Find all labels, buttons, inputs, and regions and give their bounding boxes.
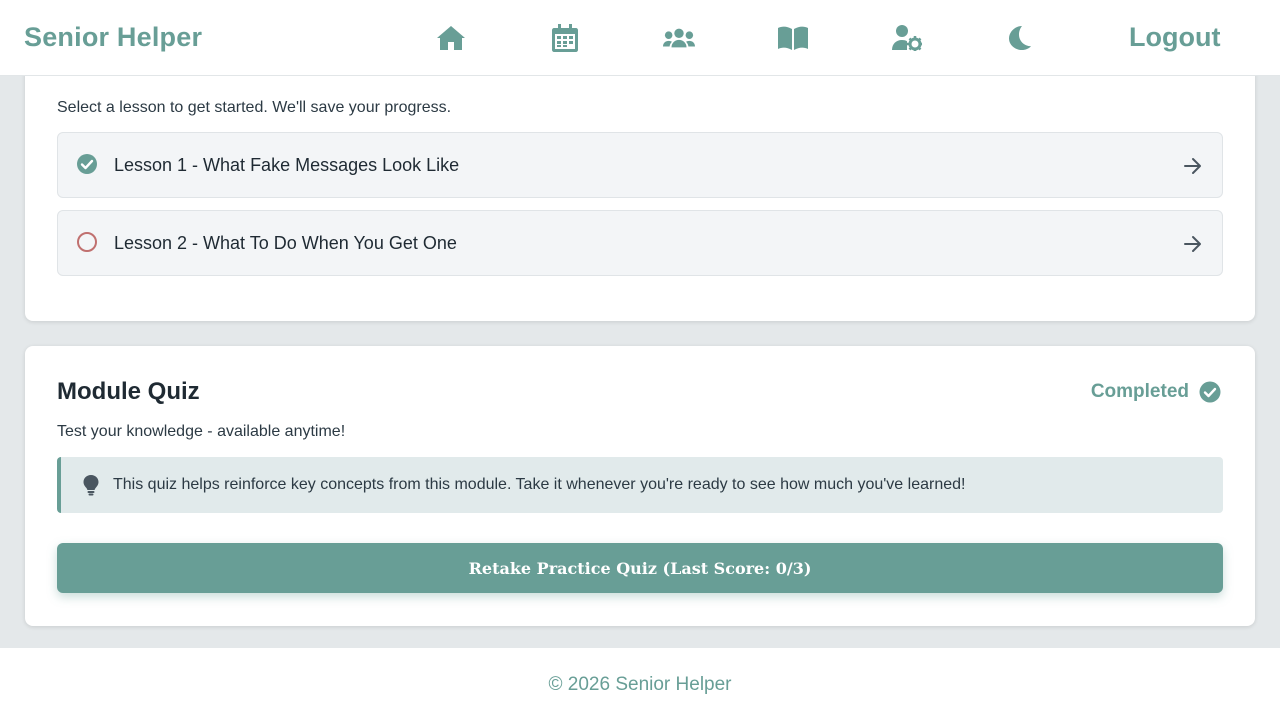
quiz-card: Module Quiz Completed Test your knowledg… xyxy=(25,346,1255,626)
calendar-icon[interactable] xyxy=(549,22,581,54)
arrow-right-icon xyxy=(1184,158,1201,174)
lesson-title: Lesson 2 - What To Do When You Get One xyxy=(114,233,457,253)
arrow-right-icon xyxy=(1184,236,1201,252)
footer-copyright: © 2026 Senior Helper xyxy=(548,674,732,695)
lesson-item-1[interactable]: Lesson 1 - What Fake Messages Look Like xyxy=(57,132,1223,198)
lightbulb-icon xyxy=(83,475,99,496)
quiz-title: Module Quiz xyxy=(57,378,200,405)
retake-quiz-button[interactable]: Retake Practice Quiz (Last Score: 0/3) xyxy=(57,543,1223,593)
home-icon[interactable] xyxy=(435,22,467,54)
quiz-tip-box: This quiz helps reinforce key concepts f… xyxy=(57,457,1223,513)
book-icon[interactable] xyxy=(777,22,809,54)
quiz-tip-text: This quiz helps reinforce key concepts f… xyxy=(113,476,966,493)
moon-icon[interactable] xyxy=(1005,22,1037,54)
quiz-subtitle: Test your knowledge - available anytime! xyxy=(57,423,346,440)
empty-circle-icon xyxy=(77,232,97,252)
user-gear-icon[interactable] xyxy=(891,22,923,54)
logout-link[interactable]: Logout xyxy=(1129,22,1220,53)
quiz-status-label: Completed xyxy=(1090,381,1189,402)
lesson-title: Lesson 1 - What Fake Messages Look Like xyxy=(114,155,460,175)
lessons-card: Select a lesson to get started. We'll sa… xyxy=(25,60,1255,321)
footer: © 2026 Senior Helper xyxy=(0,648,1280,720)
users-icon[interactable] xyxy=(663,22,695,54)
check-circle-icon xyxy=(77,154,97,174)
top-navbar: Senior Helper Logout xyxy=(0,0,1280,76)
lesson-item-2[interactable]: Lesson 2 - What To Do When You Get One xyxy=(57,210,1223,276)
check-circle-icon xyxy=(1199,381,1221,403)
lessons-intro: Select a lesson to get started. We'll sa… xyxy=(57,99,452,116)
quiz-status-badge: Completed xyxy=(1091,381,1221,403)
brand-logo[interactable]: Senior Helper xyxy=(24,22,202,53)
